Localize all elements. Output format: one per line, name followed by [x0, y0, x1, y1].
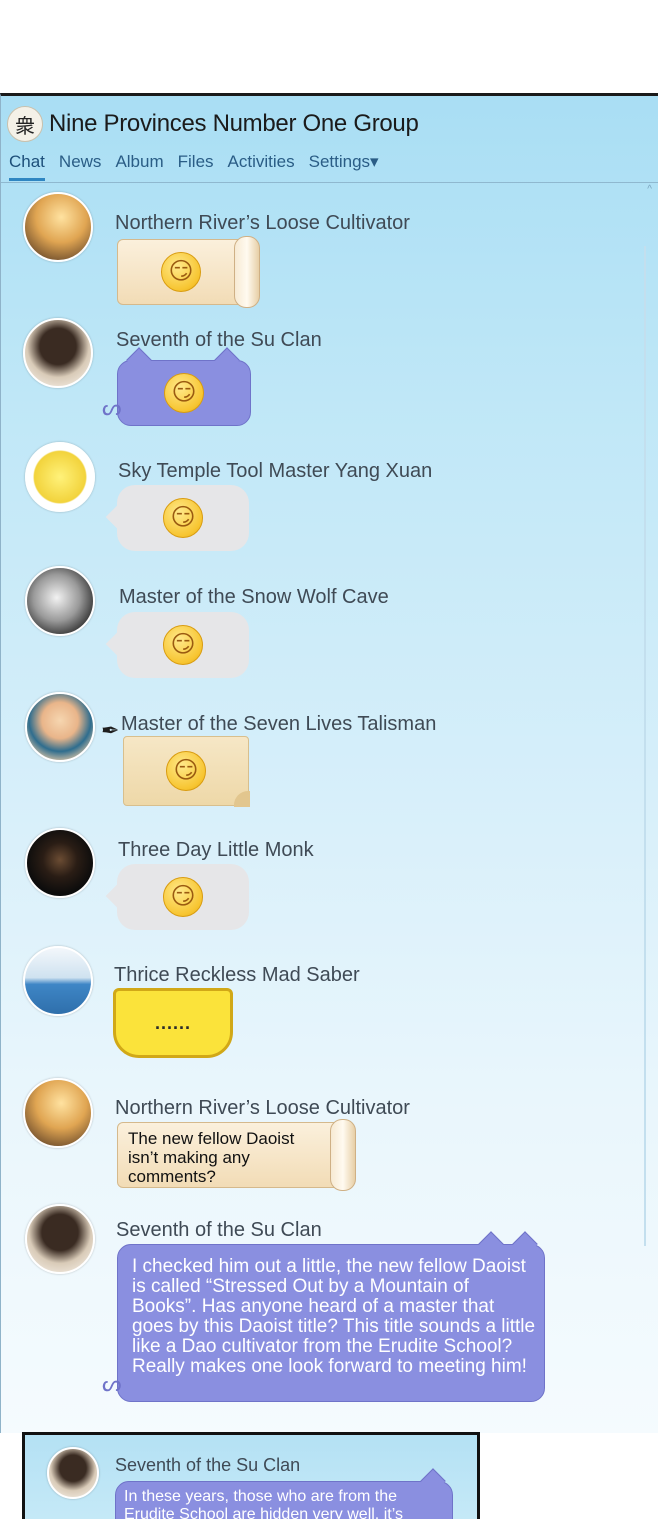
- title-bar: 衆 Nine Provinces Number One Group Chat N…: [1, 96, 658, 184]
- cat-tail-icon: ᔕ: [102, 395, 122, 420]
- tab-news[interactable]: News: [59, 152, 102, 181]
- smirk-emoji-icon: 😏: [161, 252, 201, 292]
- sender-name: Master of the Snow Wolf Cave: [119, 586, 389, 608]
- message-bubble[interactable]: 😏: [105, 864, 249, 930]
- sender-name: Northern River’s Loose Cultivator: [115, 212, 410, 234]
- message-text: I checked him out a little, the new fell…: [132, 1256, 536, 1377]
- bubble-pointer: [105, 505, 129, 529]
- smirk-emoji-icon: 😏: [163, 877, 203, 917]
- avatar[interactable]: [23, 946, 93, 1016]
- message-text: The new fellow Daoist isn’t making any c…: [128, 1129, 295, 1186]
- avatar[interactable]: [23, 318, 93, 388]
- avatar[interactable]: [25, 692, 95, 762]
- bubble-pointer: [105, 632, 129, 656]
- tab-chat[interactable]: Chat: [9, 152, 45, 181]
- tab-activities[interactable]: Activities: [228, 152, 295, 181]
- pen-icon: ✒: [101, 718, 120, 743]
- sender-name: Seventh of the Su Clan: [116, 1219, 322, 1241]
- chat-window: 衆 Nine Provinces Number One Group Chat N…: [0, 93, 658, 1433]
- avatar[interactable]: [25, 828, 95, 898]
- scrollbar[interactable]: [644, 246, 646, 1246]
- sender-name: Seventh of the Su Clan: [116, 329, 322, 351]
- tab-settings[interactable]: Settings▾: [309, 152, 379, 181]
- smirk-emoji-icon: 😏: [163, 625, 203, 665]
- scroll-up-icon[interactable]: ^: [647, 184, 652, 195]
- cat-ear-decoration: [512, 1231, 538, 1257]
- header-divider: [1, 182, 658, 183]
- message-bubble[interactable]: The new fellow Daoist isn’t making any c…: [117, 1119, 356, 1191]
- message-bubble[interactable]: In these years, those who are from the E…: [115, 1468, 453, 1519]
- smirk-emoji-icon: 😏: [166, 751, 206, 791]
- message-bubble[interactable]: 😏: [105, 485, 249, 551]
- message-bubble[interactable]: ᔕ I checked him out a little, the new fe…: [102, 1231, 545, 1402]
- bubble-pointer: [105, 884, 129, 908]
- scroll-roll-decoration: [330, 1119, 356, 1191]
- message-text: In these years, those who are from the E…: [124, 1488, 403, 1519]
- message-bubble[interactable]: ......: [113, 988, 233, 1058]
- smirk-emoji-icon: 😏: [163, 498, 203, 538]
- message-bubble[interactable]: 😏: [117, 236, 260, 308]
- sender-name: Thrice Reckless Mad Saber: [114, 964, 360, 986]
- sender-name: Master of the Seven Lives Talisman: [121, 713, 437, 735]
- sender-name: Three Day Little Monk: [118, 839, 314, 861]
- smirk-emoji-icon: 😏: [164, 373, 204, 413]
- avatar[interactable]: [23, 192, 93, 262]
- scroll-roll-decoration: [234, 236, 260, 308]
- avatar[interactable]: [25, 566, 95, 636]
- cat-ear-decoration: [478, 1231, 504, 1257]
- avatar[interactable]: [25, 1204, 95, 1274]
- message-bubble[interactable]: ᔕ 😏: [102, 347, 251, 426]
- sender-name: Sky Temple Tool Master Yang Xuan: [118, 460, 433, 482]
- cat-tail-icon: ᔕ: [102, 1371, 122, 1396]
- paper-curl-decoration: [234, 791, 250, 807]
- group-logo: 衆: [7, 106, 43, 142]
- tab-bar: Chat News Album Files Activities Setting…: [9, 152, 379, 181]
- sender-name: Seventh of the Su Clan: [115, 1455, 301, 1475]
- message-text: ......: [154, 1012, 191, 1033]
- avatar[interactable]: [25, 442, 95, 512]
- group-title: Nine Provinces Number One Group: [49, 110, 419, 137]
- avatar[interactable]: [47, 1447, 99, 1499]
- message-bubble[interactable]: 😏: [123, 736, 250, 807]
- avatar[interactable]: [23, 1078, 93, 1148]
- message-bubble[interactable]: 😏: [105, 612, 249, 678]
- tab-album[interactable]: Album: [115, 152, 163, 181]
- inset-chat-panel: Seventh of the Su Clan In these years, t…: [22, 1432, 480, 1519]
- tab-files[interactable]: Files: [178, 152, 214, 181]
- sender-name: Northern River’s Loose Cultivator: [115, 1097, 410, 1119]
